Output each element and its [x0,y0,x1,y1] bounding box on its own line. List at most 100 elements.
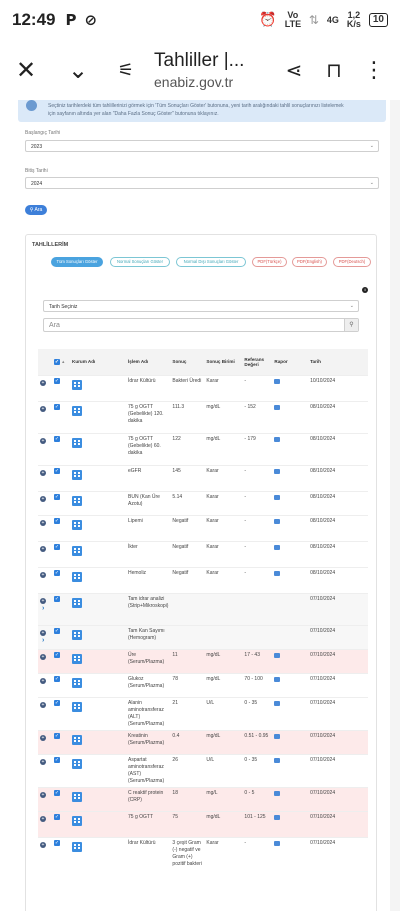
expand-cell[interactable]: + [38,729,52,754]
expand-icon[interactable]: + [40,653,46,660]
table-row[interactable]: + ✓ Lipemi Negatif Karar - 08/10/2024 [38,514,368,541]
table-row[interactable]: + ✓ Alanin aminotransferaz (ALT) (Serum/Pl… [38,696,368,730]
row-checkbox[interactable]: ✓ [54,789,60,796]
report-icon[interactable] [274,840,281,846]
header-report[interactable]: Rapor [272,349,309,375]
report-icon[interactable] [274,790,281,796]
table-row[interactable]: + ✓ BUN (Kan Üre Azotu) 5.14 Karar - 08/10/202… [38,490,368,515]
show-normal-button[interactable]: Normal Sonuçları Göster [110,257,170,267]
more-vert-icon[interactable]: ⋮ [354,50,394,90]
chevron-right-icon[interactable]: › [42,605,44,612]
table-row[interactable]: + ✓ 75 g OGTT (Gebelikte) 120. dakika 111.3… [38,400,368,433]
pdf-english-button[interactable]: PDF(English) [292,257,327,267]
report-cell[interactable] [272,514,309,541]
table-row[interactable]: +› ✓ Tam idrar analizi (Strip+Mikroskopi) 0… [38,592,368,625]
table-row[interactable]: + ✓ 75 g OGTT 75 mg/dL 101 - 125 07/10/2024 [38,810,368,837]
search-icon[interactable]: ⚲ [344,319,358,331]
report-cell[interactable] [272,753,309,787]
report-icon[interactable] [274,570,281,576]
expand-icon[interactable]: + [40,519,46,526]
report-cell[interactable] [272,540,309,567]
expand-cell[interactable]: + [38,490,52,515]
report-cell[interactable] [272,696,309,730]
select-cell[interactable]: ✓ [52,432,70,465]
pdf-turkish-button[interactable]: PDF(Türkçe) [252,257,287,267]
table-row[interactable]: + ✓ İdrar Kültürü 3 çeşit Gram (-) negatif … [38,836,368,870]
report-cell[interactable] [272,432,309,465]
show-abnormal-button[interactable]: Normal Dışı Sonuçları Göster [176,257,246,267]
report-icon[interactable] [274,544,281,550]
expand-cell[interactable]: + [38,514,52,541]
expand-icon[interactable]: + [40,437,46,444]
date-select[interactable]: Tarih Seçiniz ⌄ [43,300,359,312]
select-cell[interactable]: ✓ [52,624,70,649]
report-cell[interactable] [272,648,309,673]
row-checkbox[interactable]: ✓ [54,627,60,634]
expand-cell[interactable]: + [38,786,52,811]
report-cell[interactable] [272,490,309,515]
report-cell[interactable] [272,566,309,593]
row-checkbox[interactable]: ✓ [54,839,60,846]
expand-cell[interactable]: + [38,810,52,837]
expand-icon[interactable]: + [40,495,46,502]
report-cell[interactable] [272,464,309,491]
info-icon[interactable]: i [362,287,368,293]
expand-icon[interactable]: + [40,841,46,848]
expand-icon[interactable]: + [40,597,46,604]
select-cell[interactable]: ✓ [52,810,70,837]
select-cell[interactable]: ✓ [52,400,70,433]
page-info[interactable]: Tahliller |... enabiz.gov.tr [146,50,274,90]
header-select[interactable]: ✓ ▲ [52,349,70,375]
expand-cell[interactable]: + [38,672,52,697]
select-cell[interactable]: ✓ [52,374,70,401]
start-date-select[interactable]: 2023 ⌄ [25,140,379,152]
header-date[interactable]: Tarih [308,349,368,375]
bookmark-icon[interactable]: ⊓ [314,50,354,90]
report-icon[interactable] [274,468,281,474]
expand-icon[interactable]: + [40,758,46,765]
report-cell[interactable] [272,592,309,625]
report-cell[interactable] [272,374,309,401]
report-icon[interactable] [274,676,281,682]
report-icon[interactable] [274,404,281,410]
header-institution[interactable]: Kurum Adı [70,349,126,375]
expand-cell[interactable]: + [38,400,52,433]
table-row[interactable]: + ✓ Üre (Serum/Plazma) 11 mg/dL 17 - 43 07/10/… [38,648,368,673]
header-unit[interactable]: Sonuç Birimi [204,349,243,375]
report-cell[interactable] [272,836,309,870]
table-row[interactable]: + ✓ C reaktif protein (CRP) 18 mg/L 0 - 5 07/1… [38,786,368,811]
table-row[interactable]: + ✓ 75 g OGTT (Gebelikte) 60. dakika 122 mg/… [38,432,368,465]
select-cell[interactable]: ✓ [52,490,70,515]
end-date-select[interactable]: 2024 ⌄ [25,177,379,189]
expand-cell[interactable]: + [38,566,52,593]
row-checkbox[interactable]: ✓ [54,569,60,576]
expand-cell[interactable]: + [38,464,52,491]
row-checkbox[interactable]: ✓ [54,493,60,500]
row-checkbox[interactable]: ✓ [54,543,60,550]
select-cell[interactable]: ✓ [52,836,70,870]
report-cell[interactable] [272,810,309,837]
report-cell[interactable] [272,672,309,697]
select-cell[interactable]: ✓ [52,464,70,491]
select-all-checkbox[interactable]: ✓ [54,358,60,365]
report-icon[interactable] [274,757,281,763]
row-checkbox[interactable]: ✓ [54,595,60,602]
select-cell[interactable]: ✓ [52,753,70,787]
header-result[interactable]: Sonuç [170,349,205,375]
expand-icon[interactable]: + [40,469,46,476]
report-cell[interactable] [272,624,309,649]
select-cell[interactable]: ✓ [52,566,70,593]
expand-cell[interactable]: +› [38,592,52,625]
page-settings-icon[interactable]: ⚟ [106,50,146,90]
expand-cell[interactable]: + [38,432,52,465]
report-icon[interactable] [274,700,281,706]
expand-cell[interactable]: + [38,648,52,673]
share-icon[interactable]: ⋖ [274,50,314,90]
expand-cell[interactable]: +› [38,624,52,649]
close-icon[interactable]: ✕ [6,50,46,90]
table-row[interactable]: + ✓ eGFR 145 Karar - 08/10/2024 [38,464,368,491]
expand-cell[interactable]: + [38,836,52,870]
expand-icon[interactable]: + [40,677,46,684]
report-cell[interactable] [272,400,309,433]
report-icon[interactable] [274,436,281,442]
